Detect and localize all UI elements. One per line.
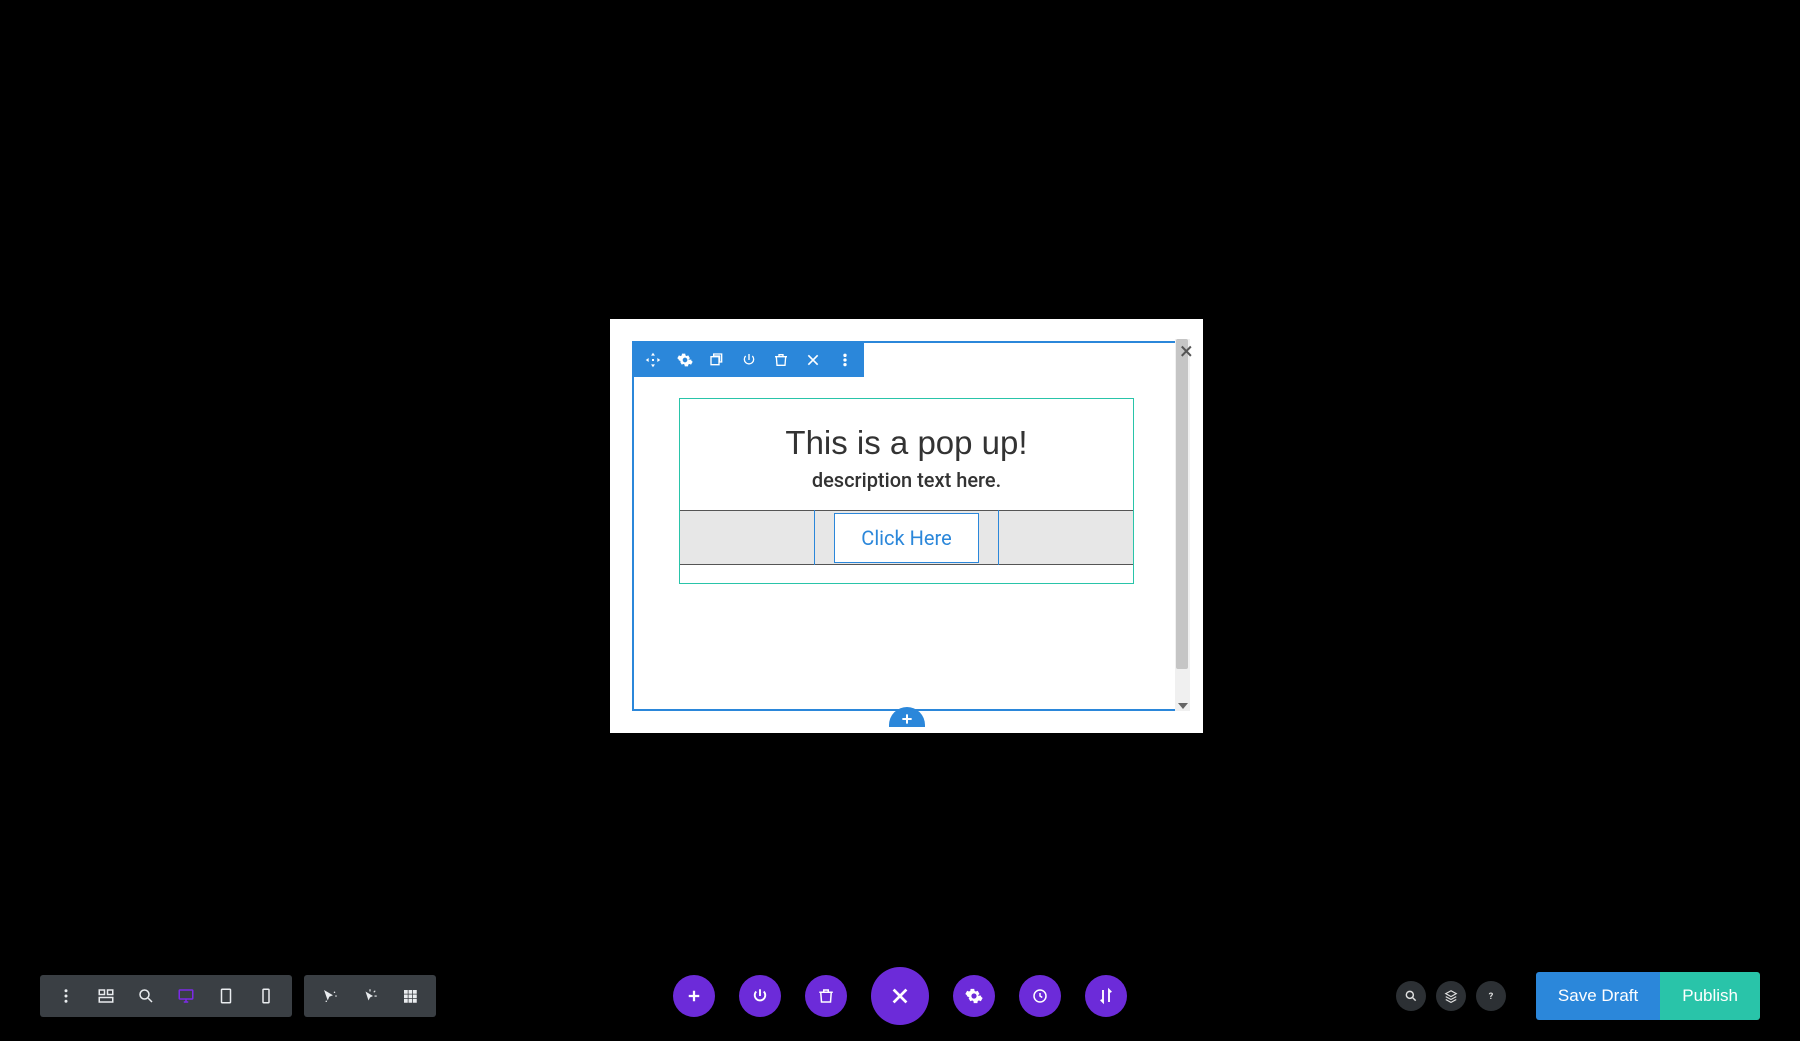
save-draft-button[interactable]: Save Draft <box>1536 972 1660 1020</box>
power-button[interactable] <box>739 975 781 1017</box>
wireframe-view-icon[interactable] <box>86 979 126 1013</box>
popup-heading[interactable]: This is a pop up! <box>680 424 1133 462</box>
trash-icon[interactable] <box>772 351 790 369</box>
bottom-bar-left <box>40 975 436 1017</box>
settings-button[interactable] <box>953 975 995 1017</box>
hover-tool-icon[interactable] <box>310 979 350 1013</box>
phone-view-icon[interactable] <box>246 979 286 1013</box>
popup-close-button[interactable]: × <box>1180 337 1193 365</box>
desktop-view-icon[interactable] <box>166 979 206 1013</box>
popup-scrollbar[interactable] <box>1175 339 1190 711</box>
add-button[interactable] <box>673 975 715 1017</box>
gear-icon[interactable] <box>676 351 694 369</box>
popup-window: This is a pop up! description text here.… <box>610 319 1203 733</box>
svg-text:?: ? <box>1489 991 1494 1002</box>
scrollbar-thumb[interactable] <box>1176 339 1188 669</box>
bottom-bar-center <box>673 967 1127 1025</box>
action-buttons: Save Draft Publish <box>1536 972 1760 1020</box>
tablet-view-icon[interactable] <box>206 979 246 1013</box>
more-vertical-icon[interactable] <box>46 979 86 1013</box>
sort-button[interactable] <box>1085 975 1127 1017</box>
button-module[interactable]: Click Here <box>680 510 1133 565</box>
duplicate-icon[interactable] <box>708 351 726 369</box>
popup-cta-button[interactable]: Click Here <box>834 513 978 563</box>
history-button[interactable] <box>1019 975 1061 1017</box>
close-builder-button[interactable] <box>871 967 929 1025</box>
interaction-tools-group <box>304 975 436 1017</box>
scrollbar-arrow-down-icon[interactable] <box>1178 703 1188 709</box>
bottom-toolbar: ? Save Draft Publish <box>0 969 1800 1023</box>
layers-icon[interactable] <box>1436 981 1466 1011</box>
add-section-button[interactable] <box>889 707 925 727</box>
view-tools-group <box>40 975 292 1017</box>
bottom-bar-right: ? Save Draft Publish <box>1396 972 1760 1020</box>
close-icon[interactable] <box>804 351 822 369</box>
trash-button[interactable] <box>805 975 847 1017</box>
click-tool-icon[interactable] <box>350 979 390 1013</box>
grid-tool-icon[interactable] <box>390 979 430 1013</box>
more-vertical-icon[interactable] <box>836 351 854 369</box>
section-toolbar <box>634 343 864 377</box>
section-outline[interactable]: This is a pop up! description text here.… <box>632 341 1181 711</box>
move-icon[interactable] <box>644 351 662 369</box>
power-icon[interactable] <box>740 351 758 369</box>
popup-description[interactable]: description text here. <box>680 468 1133 492</box>
publish-button[interactable]: Publish <box>1660 972 1760 1020</box>
zoom-icon[interactable] <box>126 979 166 1013</box>
search-icon[interactable] <box>1396 981 1426 1011</box>
help-icon[interactable]: ? <box>1476 981 1506 1011</box>
row-outline[interactable]: This is a pop up! description text here.… <box>679 398 1134 584</box>
